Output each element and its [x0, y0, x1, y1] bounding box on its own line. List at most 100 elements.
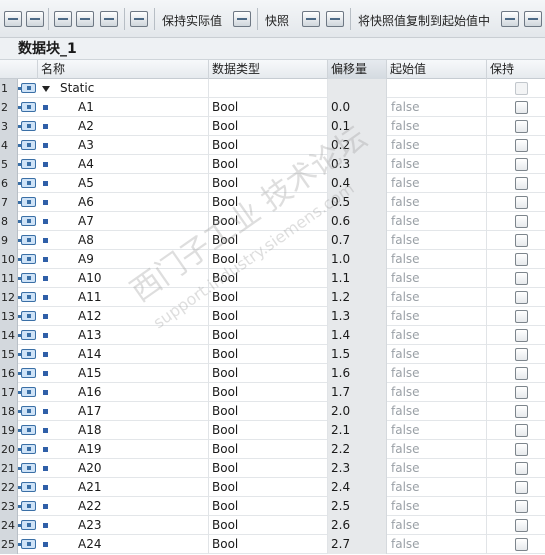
- retain-checkbox[interactable]: [515, 443, 528, 456]
- row-number[interactable]: 1: [0, 79, 18, 98]
- start-value-cell[interactable]: false: [387, 250, 487, 269]
- header-type[interactable]: 数据类型: [209, 60, 328, 79]
- name-cell[interactable]: A18: [38, 421, 209, 440]
- table-row[interactable]: 20 A19 Bool 2.2 false: [0, 440, 545, 459]
- retain-checkbox[interactable]: [515, 158, 528, 171]
- variable-name[interactable]: A6: [78, 193, 94, 212]
- row-number[interactable]: 23: [0, 497, 18, 516]
- start-value-cell[interactable]: false: [387, 535, 487, 554]
- start-value-cell[interactable]: false: [387, 307, 487, 326]
- variable-name[interactable]: A8: [78, 231, 94, 250]
- table-row[interactable]: 9 A8 Bool 0.7 false: [0, 231, 545, 250]
- retain-checkbox[interactable]: [515, 101, 528, 114]
- snapshot-copy-icon[interactable]: [326, 11, 344, 27]
- name-cell[interactable]: A10: [38, 269, 209, 288]
- collapse-icon[interactable]: [42, 86, 50, 92]
- table-row[interactable]: 2 A1 Bool 0.0 false: [0, 98, 545, 117]
- variable-name[interactable]: A7: [78, 212, 94, 231]
- start-value-cell[interactable]: false: [387, 288, 487, 307]
- table-row[interactable]: 12 A11 Bool 1.2 false: [0, 288, 545, 307]
- data-type-cell[interactable]: Bool: [209, 174, 328, 193]
- retain-checkbox[interactable]: [515, 519, 528, 532]
- variable-name[interactable]: A23: [78, 516, 101, 535]
- table-row[interactable]: 18 A17 Bool 2.0 false: [0, 402, 545, 421]
- variable-name[interactable]: A9: [78, 250, 94, 269]
- database-icon[interactable]: [233, 11, 251, 27]
- start-value-cell[interactable]: false: [387, 193, 487, 212]
- name-cell[interactable]: A19: [38, 440, 209, 459]
- name-cell[interactable]: Static: [38, 79, 209, 98]
- name-cell[interactable]: A23: [38, 516, 209, 535]
- retain-checkbox[interactable]: [515, 253, 528, 266]
- retain-checkbox[interactable]: [515, 82, 528, 95]
- name-cell[interactable]: A24: [38, 535, 209, 554]
- table-row[interactable]: 5 A4 Bool 0.3 false: [0, 155, 545, 174]
- name-cell[interactable]: A22: [38, 497, 209, 516]
- load-start-icon[interactable]: [524, 11, 542, 27]
- start-value-cell[interactable]: false: [387, 516, 487, 535]
- start-value-cell[interactable]: false: [387, 155, 487, 174]
- retain-checkbox[interactable]: [515, 291, 528, 304]
- name-cell[interactable]: A12: [38, 307, 209, 326]
- row-number[interactable]: 15: [0, 345, 18, 364]
- monitor-icon[interactable]: [130, 11, 148, 27]
- data-type-cell[interactable]: Bool: [209, 136, 328, 155]
- name-cell[interactable]: A17: [38, 402, 209, 421]
- row-number[interactable]: 11: [0, 269, 18, 288]
- data-type-cell[interactable]: Bool: [209, 383, 328, 402]
- retain-checkbox[interactable]: [515, 348, 528, 361]
- data-type-cell[interactable]: Bool: [209, 155, 328, 174]
- variable-name[interactable]: A18: [78, 421, 101, 440]
- name-cell[interactable]: A21: [38, 478, 209, 497]
- row-number[interactable]: 3: [0, 117, 18, 136]
- table-row[interactable]: 17 A16 Bool 1.7 false: [0, 383, 545, 402]
- start-value-cell[interactable]: false: [387, 212, 487, 231]
- name-cell[interactable]: A3: [38, 136, 209, 155]
- retain-checkbox[interactable]: [515, 139, 528, 152]
- retain-checkbox[interactable]: [515, 386, 528, 399]
- variable-name[interactable]: A1: [78, 98, 94, 117]
- data-type-cell[interactable]: Bool: [209, 231, 328, 250]
- row-number[interactable]: 19: [0, 421, 18, 440]
- snapshot-load-icon[interactable]: [302, 11, 320, 27]
- retain-checkbox[interactable]: [515, 234, 528, 247]
- variable-name[interactable]: A13: [78, 326, 101, 345]
- start-value-cell[interactable]: false: [387, 117, 487, 136]
- header-retain[interactable]: 保持: [487, 60, 545, 79]
- retain-checkbox[interactable]: [515, 500, 528, 513]
- start-value-cell[interactable]: false: [387, 478, 487, 497]
- copy-snapshot-to-start-button[interactable]: 将快照值复制到起始值中: [358, 12, 490, 29]
- retain-checkbox[interactable]: [515, 462, 528, 475]
- start-value-cell[interactable]: false: [387, 98, 487, 117]
- row-number[interactable]: 25: [0, 535, 18, 554]
- data-type-cell[interactable]: Bool: [209, 250, 328, 269]
- row-number[interactable]: 2: [0, 98, 18, 117]
- retain-checkbox[interactable]: [515, 424, 528, 437]
- variable-name[interactable]: A17: [78, 402, 101, 421]
- row-number[interactable]: 8: [0, 212, 18, 231]
- start-value-cell[interactable]: false: [387, 497, 487, 516]
- retain-checkbox[interactable]: [515, 367, 528, 380]
- name-cell[interactable]: A16: [38, 383, 209, 402]
- table-row[interactable]: 16 A15 Bool 1.6 false: [0, 364, 545, 383]
- name-cell[interactable]: A8: [38, 231, 209, 250]
- row-number[interactable]: 21: [0, 459, 18, 478]
- data-type-cell[interactable]: [209, 79, 328, 98]
- data-type-cell[interactable]: Bool: [209, 535, 328, 554]
- data-type-cell[interactable]: Bool: [209, 98, 328, 117]
- list-view-icon[interactable]: [100, 11, 118, 27]
- start-value-cell[interactable]: false: [387, 459, 487, 478]
- data-type-cell[interactable]: Bool: [209, 402, 328, 421]
- variable-name[interactable]: Static: [60, 79, 94, 98]
- name-cell[interactable]: A9: [38, 250, 209, 269]
- retain-checkbox[interactable]: [515, 405, 528, 418]
- table-row[interactable]: 4 A3 Bool 0.2 false: [0, 136, 545, 155]
- retain-checkbox[interactable]: [515, 481, 528, 494]
- table-row[interactable]: 23 A22 Bool 2.5 false: [0, 497, 545, 516]
- start-value-cell[interactable]: false: [387, 364, 487, 383]
- variable-name[interactable]: A22: [78, 497, 101, 516]
- name-cell[interactable]: A11: [38, 288, 209, 307]
- row-number[interactable]: 17: [0, 383, 18, 402]
- variable-name[interactable]: A14: [78, 345, 101, 364]
- name-cell[interactable]: A13: [38, 326, 209, 345]
